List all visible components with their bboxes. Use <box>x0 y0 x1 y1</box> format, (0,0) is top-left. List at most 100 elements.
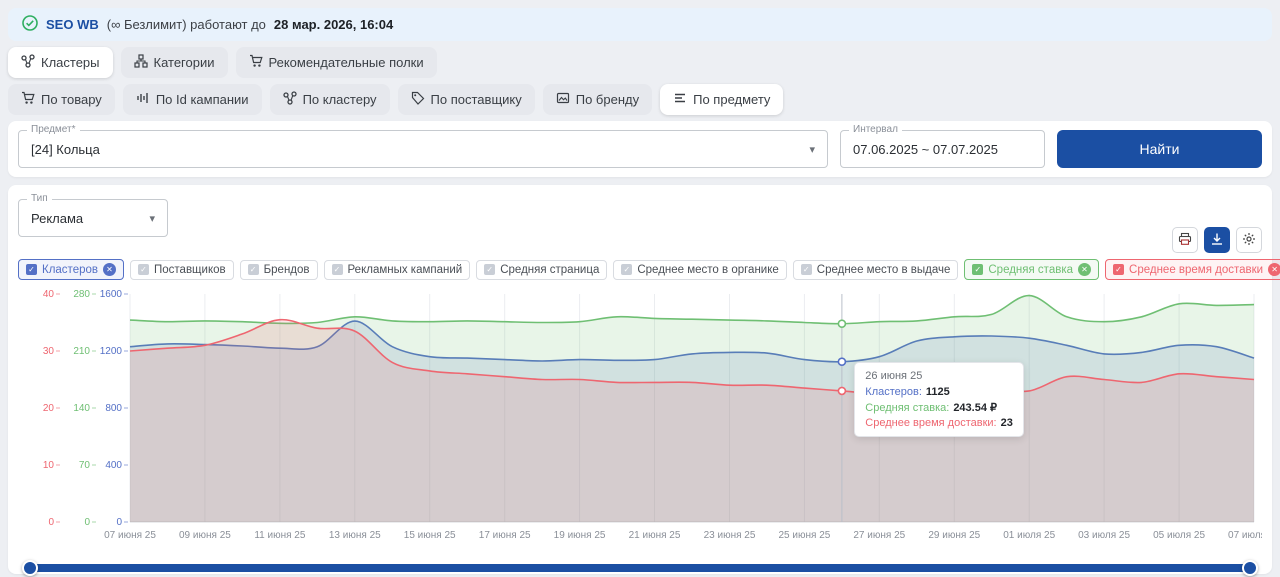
tooltip-row: Кластеров 1125 <box>865 386 1013 398</box>
tooltip-value: 1125 <box>926 386 950 398</box>
license-expires: 28 мар. 2026, 16:04 <box>274 17 393 32</box>
interval-field-label: Интервал <box>849 124 902 135</box>
svg-text:01 июля 25: 01 июля 25 <box>1003 530 1055 541</box>
chart-toolbar <box>18 227 1262 253</box>
cart-icon <box>21 91 35 108</box>
app-name: SEO WB <box>46 17 99 32</box>
legend-label: Среднее место в выдаче <box>817 264 951 276</box>
legend-chip-clusters[interactable]: ✓ Кластеров ✕ <box>18 259 124 280</box>
chevron-down-icon <box>149 212 155 225</box>
slider-handle-right[interactable] <box>1242 560 1258 576</box>
tab-recommendation-shelves[interactable]: Рекомендательные полки <box>236 47 437 78</box>
svg-text:27 июня 25: 27 июня 25 <box>853 530 905 541</box>
svg-text:25 июня 25: 25 июня 25 <box>778 530 830 541</box>
chart-tooltip: 26 июня 25 Кластеров1125 Средняя ставка2… <box>854 362 1024 437</box>
tooltip-value: 23 <box>1001 417 1013 429</box>
tab-by-product[interactable]: По товару <box>8 84 115 115</box>
svg-text:11 июня 25: 11 июня 25 <box>254 530 306 541</box>
svg-text:0: 0 <box>48 517 54 528</box>
svg-text:30: 30 <box>43 346 55 357</box>
tooltip-label: Среднее время доставки <box>865 417 996 429</box>
line-chart[interactable]: 07 июня 2509 июня 2511 июня 2513 июня 25… <box>18 284 1262 552</box>
legend-chip-avg-delivery-time[interactable]: ✓ Среднее время доставки ✕ <box>1105 259 1280 280</box>
svg-text:1600: 1600 <box>100 289 123 300</box>
tab-label: Рекомендательные полки <box>269 55 424 70</box>
check-icon: ✓ <box>138 264 149 275</box>
svg-text:19 июня 25: 19 июня 25 <box>554 530 606 541</box>
close-icon[interactable]: ✕ <box>1078 263 1091 276</box>
legend-label: Средняя страница <box>500 264 599 276</box>
type-select-label: Тип <box>27 193 52 204</box>
close-icon[interactable]: ✕ <box>1268 263 1280 276</box>
chart-range-slider[interactable] <box>22 561 1258 575</box>
slider-track[interactable] <box>30 564 1250 572</box>
tab-by-subject[interactable]: По предмету <box>660 84 783 115</box>
legend-chip-suppliers[interactable]: ✓ Поставщиков <box>130 260 234 280</box>
check-icon: ✓ <box>248 264 259 275</box>
tab-label: Категории <box>154 55 215 70</box>
svg-text:10: 10 <box>43 460 55 471</box>
subject-select[interactable]: Предмет* [24] Кольца <box>18 130 828 168</box>
svg-text:140: 140 <box>73 403 90 414</box>
tooltip-row: Среднее время доставки 23 <box>865 417 1013 429</box>
interval-input[interactable] <box>853 142 1032 157</box>
secondary-tabs: По товару По Id кампании По кластеру По … <box>8 84 1272 115</box>
svg-text:70: 70 <box>79 460 91 471</box>
filter-panel: Предмет* [24] Кольца Интервал Найти <box>8 121 1272 177</box>
legend-chip-brands[interactable]: ✓ Брендов <box>240 260 318 280</box>
gear-icon <box>1242 232 1256 249</box>
check-icon: ✓ <box>26 264 37 275</box>
close-icon[interactable]: ✕ <box>103 263 116 276</box>
svg-text:03 июля 25: 03 июля 25 <box>1078 530 1130 541</box>
svg-text:07 июня 25: 07 июня 25 <box>104 530 156 541</box>
tab-clusters[interactable]: Кластеры <box>8 47 113 78</box>
svg-text:400: 400 <box>105 460 122 471</box>
tooltip-value: 243.54 ₽ <box>953 402 997 414</box>
chart-area: 07 июня 2509 июня 2511 июня 2513 июня 25… <box>18 284 1262 555</box>
chart-card: Тип Реклама ✓ Кластеров ✕ ✓ Поставщиков … <box>8 185 1272 574</box>
download-button[interactable] <box>1204 227 1230 253</box>
tab-by-cluster[interactable]: По кластеру <box>270 84 390 115</box>
svg-text:15 июня 25: 15 июня 25 <box>404 530 456 541</box>
check-icon: ✓ <box>484 264 495 275</box>
campaign-icon <box>136 91 150 108</box>
check-icon: ✓ <box>1113 264 1124 275</box>
svg-text:21 июня 25: 21 июня 25 <box>629 530 681 541</box>
tab-label: По Id кампании <box>156 92 249 107</box>
svg-text:20: 20 <box>43 403 55 414</box>
legend-label: Брендов <box>264 264 310 276</box>
print-button[interactable] <box>1172 227 1198 253</box>
legend-chip-ad-campaigns[interactable]: ✓ Рекламных кампаний <box>324 260 471 280</box>
tab-label: Кластеры <box>41 55 100 70</box>
legend-chip-avg-organic-position[interactable]: ✓ Среднее место в органике <box>613 260 786 280</box>
legend-chip-avg-page[interactable]: ✓ Средняя страница <box>476 260 607 280</box>
check-icon: ✓ <box>801 264 812 275</box>
check-icon: ✓ <box>972 264 983 275</box>
legend-label: Среднее время доставки <box>1129 264 1263 276</box>
svg-text:17 июня 25: 17 июня 25 <box>479 530 531 541</box>
settings-button[interactable] <box>1236 227 1262 253</box>
slider-handle-left[interactable] <box>22 560 38 576</box>
cluster-icon <box>283 91 297 108</box>
interval-field[interactable]: Интервал <box>840 130 1045 168</box>
download-icon <box>1210 232 1224 249</box>
legend-chip-avg-serp-position[interactable]: ✓ Среднее место в выдаче <box>793 260 959 280</box>
tab-by-campaign-id[interactable]: По Id кампании <box>123 84 262 115</box>
license-banner: SEO WB (∞ Безлимит) работают до 28 мар. … <box>8 8 1272 41</box>
legend-chip-avg-bid[interactable]: ✓ Средняя ставка ✕ <box>964 259 1099 280</box>
legend-label: Кластеров <box>42 264 98 276</box>
tooltip-label: Кластеров <box>865 386 922 398</box>
tooltip-row: Средняя ставка243.54 ₽ <box>865 401 1013 414</box>
search-button[interactable]: Найти <box>1057 130 1262 168</box>
check-icon: ✓ <box>332 264 343 275</box>
tab-by-supplier[interactable]: По поставщику <box>398 84 535 115</box>
type-select[interactable]: Тип Реклама <box>18 199 168 237</box>
check-icon: ✓ <box>621 264 632 275</box>
svg-text:0: 0 <box>84 517 90 528</box>
legend-label: Средняя ставка <box>988 264 1073 276</box>
tab-by-brand[interactable]: По бренду <box>543 84 652 115</box>
chevron-down-icon <box>809 143 815 156</box>
subject-select-label: Предмет* <box>27 124 80 135</box>
svg-text:29 июня 25: 29 июня 25 <box>928 530 980 541</box>
tab-categories[interactable]: Категории <box>121 47 228 78</box>
